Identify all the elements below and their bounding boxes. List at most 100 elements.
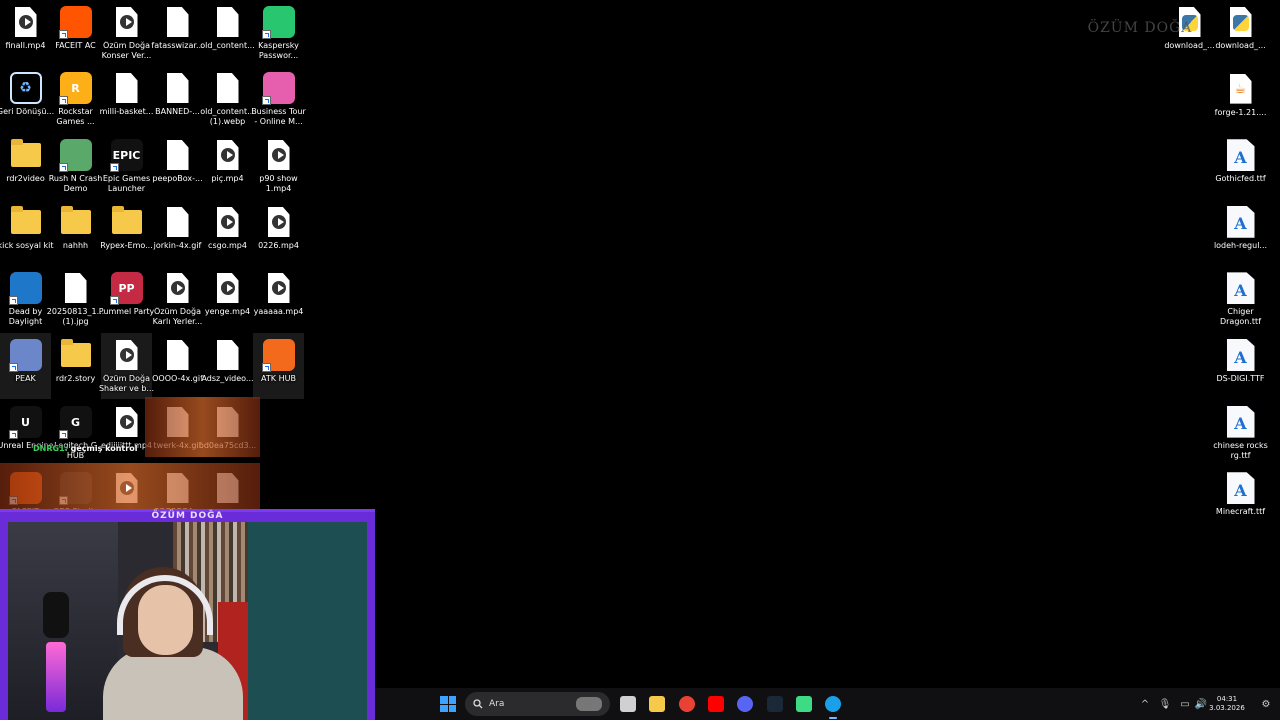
watermark-logo: ÖZÜM DOĞA <box>1087 20 1193 36</box>
app-shortcut-icon <box>8 271 43 305</box>
app-shortcut-icon: G <box>58 405 93 439</box>
desktop-icon[interactable]: milli-basket... <box>100 66 153 132</box>
search-placeholder: Ara <box>489 699 505 709</box>
video-file-icon <box>262 271 296 305</box>
taskbar-app-steam[interactable] <box>763 688 787 720</box>
desktop-icon[interactable]: Dead by Daylight <box>0 266 51 332</box>
desktop-icon[interactable]: p90 show 1.mp4 <box>253 133 304 199</box>
desktop-icon[interactable]: G Logitech G HUB <box>50 400 101 466</box>
desktop-icon[interactable]: A Gothicfed.ttf <box>1215 133 1266 199</box>
desktop-icon[interactable]: EPIC Epic Games Launcher <box>101 133 152 199</box>
desktop-icon-label: Business Tour - Online M... <box>251 107 306 126</box>
desktop-icon[interactable]: FACEIT AC <box>50 0 101 66</box>
bell-icon: ⚙ <box>1261 698 1271 710</box>
taskbar-app-android-app[interactable] <box>792 688 816 720</box>
desktop-icon[interactable]: rdr2.story <box>50 333 101 399</box>
desktop-icon[interactable]: finall.mp4 <box>0 0 51 66</box>
desktop-icon[interactable]: Özüm Doğa Konser Ver... <box>101 0 152 66</box>
taskbar-app-task-view[interactable] <box>616 688 640 720</box>
app-shortcut-icon <box>58 138 93 172</box>
desktop-icon[interactable]: old_content... <box>200 0 255 66</box>
video-file-icon <box>9 5 43 39</box>
search-icon <box>473 699 483 709</box>
desktop-icon[interactable]: peepoBox-... <box>152 133 203 199</box>
desktop-icon[interactable]: 20250813_1... (1).jpg <box>47 266 104 332</box>
desktop-icon[interactable]: rdr2video <box>0 133 51 199</box>
webcam-overlay: ÖZÜM DOĞA <box>0 509 375 720</box>
taskbar-app-youtube[interactable] <box>704 688 728 720</box>
desktop-icon[interactable]: A Chiger Dragon.ttf <box>1215 266 1266 332</box>
start-button[interactable] <box>437 688 459 720</box>
font-file-icon: A <box>1224 205 1258 239</box>
desktop-icon[interactable]: R Rockstar Games ... <box>50 66 101 132</box>
desktop-icon[interactable]: nahhh <box>50 200 101 266</box>
desktop-icon[interactable]: jorkin-4x.gif <box>152 200 203 266</box>
video-file-icon <box>110 5 144 39</box>
tray-mic[interactable]: 🎙 <box>1157 688 1173 720</box>
taskbar-search[interactable]: Ara <box>465 692 610 716</box>
desktop-icon[interactable]: Rypex-Emo... <box>100 200 153 266</box>
desktop-icon[interactable]: BANNED-... <box>152 66 203 132</box>
taskbar-app-edge[interactable] <box>821 688 845 720</box>
desktop-icon[interactable]: PEAK <box>0 333 51 399</box>
video-file-icon <box>110 338 144 372</box>
task-view-icon <box>620 696 636 712</box>
video-file-icon <box>211 205 245 239</box>
desktop-icon[interactable]: Adsz_video... <box>201 333 254 399</box>
desktop-icon-label: chinese rocks rg.ttf <box>1213 440 1268 460</box>
desktop-icon[interactable]: U Unreal Engine <box>0 400 54 466</box>
desktop-icon[interactable]: A Minecraft.ttf <box>1215 466 1266 532</box>
taskbar-app-file-explorer[interactable] <box>645 688 669 720</box>
steam-icon <box>766 696 783 712</box>
desktop-icon[interactable]: Rush N Crash Demo <box>49 133 102 199</box>
desktop-icon[interactable]: PP Pummel Party <box>99 266 154 332</box>
desktop-icon[interactable]: fatasswizar... <box>151 0 204 66</box>
overlay-strip <box>145 397 260 457</box>
desktop-icon[interactable]: Business Tour - Online M... <box>251 66 306 132</box>
folder-icon <box>9 205 43 239</box>
desktop-icon-label: Minecraft.ttf <box>1215 507 1266 517</box>
tray-network[interactable]: ▭ <box>1177 688 1193 720</box>
desktop-icon[interactable]: Özüm Doğa Karlı Yerler... <box>152 266 203 332</box>
desktop-icon[interactable]: 0226.mp4 <box>253 200 304 266</box>
video-file-icon <box>211 138 245 172</box>
discord-icon <box>737 696 754 712</box>
streamer-name: ÖZÜM DOĞA <box>151 511 224 521</box>
mic-icon: 🎙 <box>1158 698 1172 710</box>
desktop-icon[interactable]: old_content... (1).webp <box>200 66 255 132</box>
desktop-icon[interactable]: Özüm Doğa Shaker ve b... <box>99 333 154 399</box>
desktop-icon[interactable]: ATK HUB <box>253 333 304 399</box>
desktop-icon[interactable]: csgo.mp4 <box>202 200 253 266</box>
tray-overflow-chevron[interactable]: ^ <box>1137 688 1153 720</box>
search-highlight-icon <box>576 697 602 711</box>
video-file-icon <box>262 205 296 239</box>
file-icon <box>59 271 93 305</box>
taskbar: Ara ^ 🎙 ▭ 🔊 04:31 3.03.2026 ⚙ <box>375 688 1280 720</box>
taskbar-clock[interactable]: 04:31 3.03.2026 <box>1202 688 1252 720</box>
desktop-icon[interactable]: Achinese rocks rg.ttf <box>1213 400 1268 466</box>
desktop-icon[interactable]: Kaspersky Passwor... <box>253 0 304 66</box>
desktop-icon[interactable]: yaaaaa.mp4 <box>253 266 304 332</box>
desktop-icon-label: 0226.mp4 <box>258 241 299 250</box>
desktop-icon[interactable]: yenge.mp4 <box>202 266 253 332</box>
app-shortcut-icon <box>58 5 93 39</box>
desktop-icon[interactable]: ☕ forge-1.21.... <box>1215 67 1266 133</box>
desktop-icon[interactable]: piç.mp4 <box>202 133 253 199</box>
taskbar-app-discord[interactable] <box>733 688 757 720</box>
taskbar-app-chrome[interactable] <box>675 688 699 720</box>
desktop-icon[interactable]: download_... <box>1215 0 1266 66</box>
desktop-icon[interactable]: OOOO-4x.gif <box>152 333 203 399</box>
tray-notifications[interactable]: ⚙ <box>1258 688 1274 720</box>
desktop-icon[interactable]: A DS-DIGI.TTF <box>1215 333 1266 399</box>
video-file-icon <box>262 138 296 172</box>
file-icon <box>161 138 195 172</box>
app-shortcut-icon <box>8 338 43 372</box>
desktop-icon[interactable]: Alodeh-regul... <box>1214 200 1267 266</box>
android-app-icon <box>795 696 812 712</box>
font-file-icon: A <box>1224 271 1258 305</box>
desktop-icons-right: download_... download_... ☕ forge-1.21.... A… <box>1164 0 1280 520</box>
desktop-icon[interactable]: ♻ Geri Dönüşü... <box>0 66 54 132</box>
app-shortcut-icon <box>261 71 296 105</box>
file-icon <box>110 71 144 105</box>
desktop-icon[interactable]: kick sosyal kit <box>0 200 54 266</box>
